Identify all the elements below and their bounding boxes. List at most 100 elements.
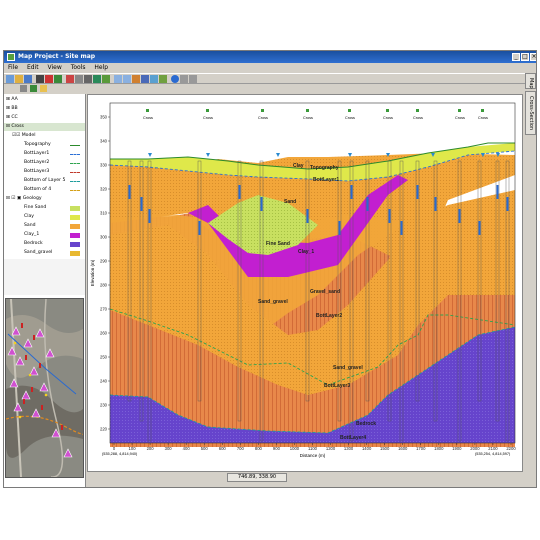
measure-icon[interactable] (84, 75, 92, 83)
app-window: Map Project - Site map _ □ × File Edit V… (3, 50, 537, 488)
x-tick-label: 1300 (344, 446, 354, 451)
x-tick-label: 1900 (452, 446, 462, 451)
delete-icon[interactable] (45, 75, 53, 83)
open-icon[interactable] (15, 75, 23, 83)
layers-icon[interactable] (93, 75, 101, 83)
settings-icon[interactable] (189, 75, 197, 83)
legend-sand-gravel[interactable]: Sand_gravel (24, 249, 84, 257)
borehole-screen (478, 221, 481, 235)
menu-view[interactable]: View (48, 64, 62, 71)
x-tick-label: 2100 (488, 446, 498, 451)
tree-label: Model (21, 133, 36, 138)
title-bar[interactable]: Map Project - Site map _ □ × (4, 51, 536, 63)
color-swatch (70, 206, 80, 211)
borehole-screen (496, 185, 499, 199)
menu-help[interactable]: Help (94, 64, 108, 71)
folder-icon[interactable] (40, 85, 47, 92)
legend-bottlayer1[interactable]: BottLayer1 (24, 150, 84, 158)
cross-section-view[interactable]: 0 100 200 300 400 500 600 700 800 900 1000 1100 1200… (87, 94, 523, 472)
export-icon[interactable] (150, 75, 158, 83)
section-marker-label: Cross (345, 116, 355, 120)
line-swatch (70, 163, 80, 164)
borehole-screen (338, 221, 341, 235)
legend-bottlayer2[interactable]: BottLayer2 (24, 159, 84, 167)
borehole-screen (148, 209, 151, 223)
pan-icon[interactable] (132, 75, 140, 83)
info-icon[interactable] (171, 75, 179, 83)
menu-tools[interactable]: Tools (71, 64, 86, 71)
tree-label: BB (11, 106, 18, 111)
tree-section-cc[interactable]: ⊞ CC (4, 114, 18, 122)
color-swatch (70, 251, 80, 256)
unit-label: Sand (284, 199, 296, 205)
tree-icon[interactable] (102, 75, 110, 83)
borehole-screen (350, 185, 353, 199)
legend-label: BottLayer3 (24, 169, 50, 174)
checkbox-icon[interactable]: ☑☑ (12, 133, 22, 138)
cut-icon[interactable] (66, 75, 74, 83)
color-swatch (70, 224, 80, 229)
section-marker-label: Cross (203, 116, 213, 120)
zoom-out-icon[interactable] (123, 75, 131, 83)
new-icon[interactable] (6, 75, 14, 83)
tab-map-label: Map (528, 78, 534, 89)
y-tick-label: 270 (100, 307, 108, 312)
section-marker (348, 109, 351, 112)
line-swatch (70, 181, 80, 182)
unit-label: Sand_gravel (258, 299, 288, 305)
legend-bedrock[interactable]: Bedrock (24, 240, 84, 248)
y-tick-label: 230 (100, 403, 108, 408)
tree-section-cross[interactable]: ⊟ Cross (4, 123, 85, 131)
grid-icon[interactable] (180, 75, 188, 83)
x-tick-label: 1100 (308, 446, 318, 451)
print-icon[interactable] (141, 75, 149, 83)
pointer-icon[interactable] (36, 75, 44, 83)
color-swatch (70, 215, 80, 220)
zoom-in-icon[interactable] (114, 75, 122, 83)
line-tool-icon[interactable] (54, 75, 62, 83)
x-tick-label: 1700 (416, 446, 426, 451)
borehole-screen (238, 185, 241, 199)
legend-topography[interactable]: Topography (24, 141, 84, 149)
legend-clay-1[interactable]: Clay_1 (24, 231, 84, 239)
unit-label: Clay_1 (298, 249, 314, 255)
section-marker-label: Cross (303, 116, 313, 120)
tree-model-group[interactable]: ☑☑ Model (12, 132, 36, 140)
tree-section-aa[interactable]: ⊞ AA (4, 96, 18, 104)
y-tick-label: 280 (100, 283, 108, 288)
minimize-button[interactable]: _ (512, 53, 520, 61)
tree-label: AA (11, 97, 18, 102)
tab-cross-section[interactable]: Cross-Section (525, 91, 536, 135)
site-minimap[interactable] (5, 298, 88, 478)
legend-clay[interactable]: Clay (24, 213, 84, 221)
add-layer-icon[interactable] (30, 85, 37, 92)
maximize-button[interactable]: □ (521, 53, 529, 61)
legend-label: BottLayer2 (24, 160, 50, 165)
menu-edit[interactable]: Edit (27, 64, 39, 71)
x-tick-label: 1600 (398, 446, 408, 451)
unit-label: BottLayer3 (324, 383, 350, 389)
color-swatch (70, 233, 80, 238)
line-swatch (70, 145, 80, 146)
legend-bottom-4[interactable]: Bottom of 4 (24, 186, 84, 194)
draw-icon[interactable] (75, 75, 83, 83)
legend-label: Topography (24, 142, 51, 147)
section-marker-label: Cross (143, 116, 153, 120)
legend-bottlayer3[interactable]: BottLayer3 (24, 168, 84, 176)
tab-map[interactable]: Map (525, 73, 536, 89)
save-icon[interactable] (24, 75, 32, 83)
refresh-icon[interactable] (159, 75, 167, 83)
eye-icon[interactable] (20, 85, 27, 92)
tree-label: CC (11, 115, 18, 120)
x-axis-label: Distance (m) (300, 453, 326, 458)
legend-sand[interactable]: Sand (24, 222, 84, 230)
tree-geology-group[interactable]: ⊟ ☑ ▣ Geology (6, 195, 42, 203)
status-bar: 746.89, 338.90 (87, 473, 523, 482)
x-tick-label: 1200 (326, 446, 336, 451)
legend-bottom-layer5[interactable]: Bottom of Layer 5 (24, 177, 84, 185)
menu-file[interactable]: File (8, 64, 18, 71)
tree-section-bb[interactable]: ⊞ BB (4, 105, 18, 113)
legend-label: Bottom of Layer 5 (24, 178, 66, 183)
legend-fine-sand[interactable]: Fine Sand (24, 204, 84, 212)
close-button[interactable]: × (530, 53, 536, 61)
